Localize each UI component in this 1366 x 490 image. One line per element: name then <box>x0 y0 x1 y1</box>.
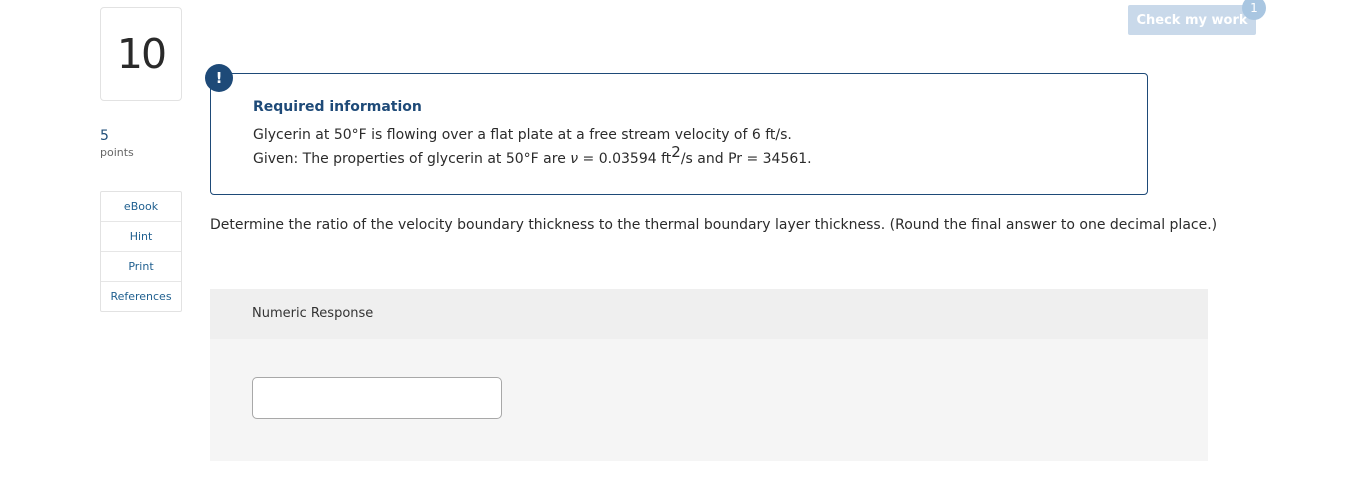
numeric-answer-input[interactable] <box>252 377 502 419</box>
print-link[interactable]: Print <box>101 252 181 282</box>
points-value: 5 <box>100 128 109 144</box>
info-text-line2: Given: The properties of glycerin at 50°… <box>253 143 812 168</box>
hint-link[interactable]: Hint <box>101 222 181 252</box>
response-body <box>210 339 1208 461</box>
response-header-label: Numeric Response <box>252 306 374 321</box>
question-prompt: Determine the ratio of the velocity boun… <box>210 217 1218 233</box>
info-title: Required information <box>253 99 422 115</box>
question-number: 10 <box>100 7 182 101</box>
references-link[interactable]: References <box>101 282 181 311</box>
alert-icon: ! <box>205 64 233 92</box>
info-text-line1: Glycerin at 50°F is flowing over a flat … <box>253 127 792 143</box>
side-menu: eBook Hint Print References <box>100 191 182 312</box>
nu-symbol: ν <box>570 151 579 167</box>
response-header: Numeric Response <box>210 289 1208 339</box>
points-label: points <box>100 146 134 159</box>
check-my-work-button[interactable]: Check my work <box>1128 5 1256 35</box>
ebook-link[interactable]: eBook <box>101 192 181 222</box>
check-count-badge: 1 <box>1242 0 1266 20</box>
